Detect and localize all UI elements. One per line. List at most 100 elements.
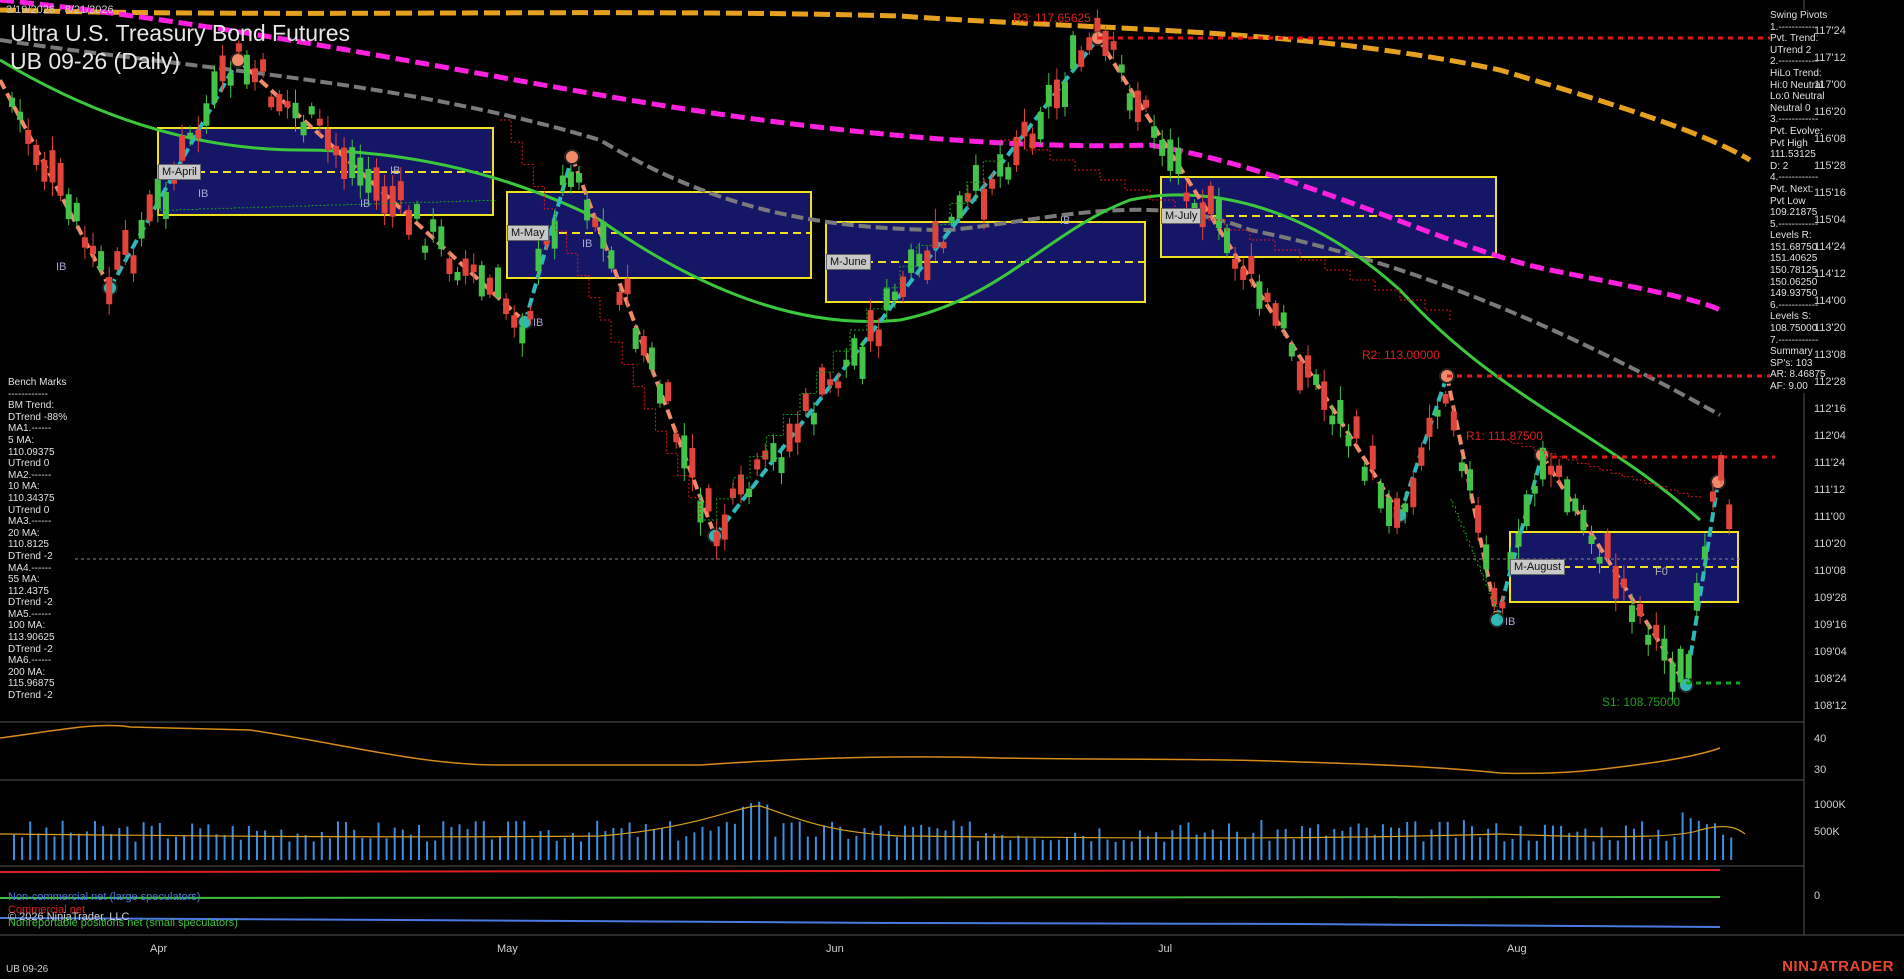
volume-bar [693,832,696,860]
candle-body [1556,465,1563,477]
candle-body [260,59,267,72]
volume-bar [94,821,96,860]
month-box-label: M-August [1510,559,1566,575]
candle-body [1053,79,1060,109]
price-chart[interactable] [0,0,1904,979]
volume-bar [77,833,80,860]
indicator-tick-label: 30 [1814,764,1827,776]
candle-body [438,226,445,250]
volume-bar [1066,837,1068,860]
candle-body [292,102,299,119]
volume-bar [1641,821,1644,860]
volume-bar [1697,820,1700,860]
candle-body [584,199,591,221]
volume-bar [1681,812,1684,860]
volume-bar [1349,826,1352,860]
volume-bar [353,829,356,860]
candle-body [1718,455,1725,481]
volume-bar [1535,840,1538,860]
candle-body [1596,556,1603,564]
candle-body [462,258,469,276]
candle-body [648,347,655,370]
volume-bar [345,821,348,860]
volume-bar [1341,830,1344,860]
volume-bar [1130,841,1133,860]
candle-body [1467,469,1473,491]
candle-body [981,188,987,220]
candle-body [90,245,96,255]
candle-body [365,168,372,193]
volume-bar [952,820,955,860]
volume-bar [288,841,291,860]
volume-bar [644,824,647,860]
time-tick-label: Jun [826,943,844,955]
volume-bar [1219,840,1222,860]
indicator-tick-label: 1000K [1814,799,1846,811]
candle-body [1653,624,1660,639]
candle-body [1175,147,1182,175]
volume-bar [1033,838,1036,860]
volume-bar [1049,840,1052,860]
volume-bar [1462,820,1465,860]
price-tick-label: 114'24 [1814,241,1846,253]
candle-body [827,379,834,386]
volume-bar [1228,823,1230,860]
bench-line: 20 MA: [8,527,40,539]
candle-body [446,258,453,275]
volume-bar [1479,837,1482,860]
volume-bar [523,820,526,860]
volume-bar [401,829,404,860]
volume-bar [158,822,161,860]
volume-bar [701,826,704,860]
candle-body [600,221,607,249]
volume-bar [750,803,753,860]
volume-bar [223,835,226,860]
volume-bar [385,838,388,860]
volume-bar [450,827,453,860]
volume-bar [993,833,996,860]
chart-subtitle: UB 09-26 (Daily) [10,48,180,74]
candle-body [1499,601,1506,609]
volume-bar [1398,827,1401,860]
volume-bar [1252,832,1255,860]
price-tick-label: 109'04 [1814,646,1847,658]
ib-label: IB [360,198,371,210]
candle-body [1483,544,1490,570]
candle-body [1224,228,1230,254]
candle-body [1361,466,1368,481]
candle-body [146,194,153,222]
volume-bar [507,821,510,860]
candle-body [1637,603,1644,617]
volume-bar [895,836,898,860]
candle-body [405,209,412,235]
candle-body [1677,648,1684,683]
bench-line: DTrend -2 [8,550,53,562]
candle-body [187,132,194,139]
candle-body [1426,417,1433,437]
candle-body [49,150,56,183]
volume-bar [1705,824,1708,860]
volume-bar [247,825,250,860]
price-tick-label: 117'12 [1814,52,1846,64]
candle-body [713,531,720,547]
candle-body [162,192,169,219]
candle-body [1588,535,1595,545]
candle-body [794,423,801,443]
volume-bar [166,838,169,860]
price-tick-label: 111'24 [1814,457,1846,469]
candle-body [486,277,493,295]
volume-bar [175,836,177,860]
volume-bar [515,821,518,860]
volume-bar [742,806,744,860]
candle-body [1086,37,1093,51]
volume-bar [304,835,307,860]
candle-body [211,71,218,103]
volume-bar [1082,835,1085,860]
volume-bar [936,828,939,860]
candle-body [81,237,88,248]
pivots-line: 151.40625 [1770,253,1818,265]
volume-bar [782,823,785,860]
r1-label: R1: 111.87500 [1466,429,1543,443]
bench-line: 100 MA: [8,620,46,632]
candle-body [1078,50,1085,67]
